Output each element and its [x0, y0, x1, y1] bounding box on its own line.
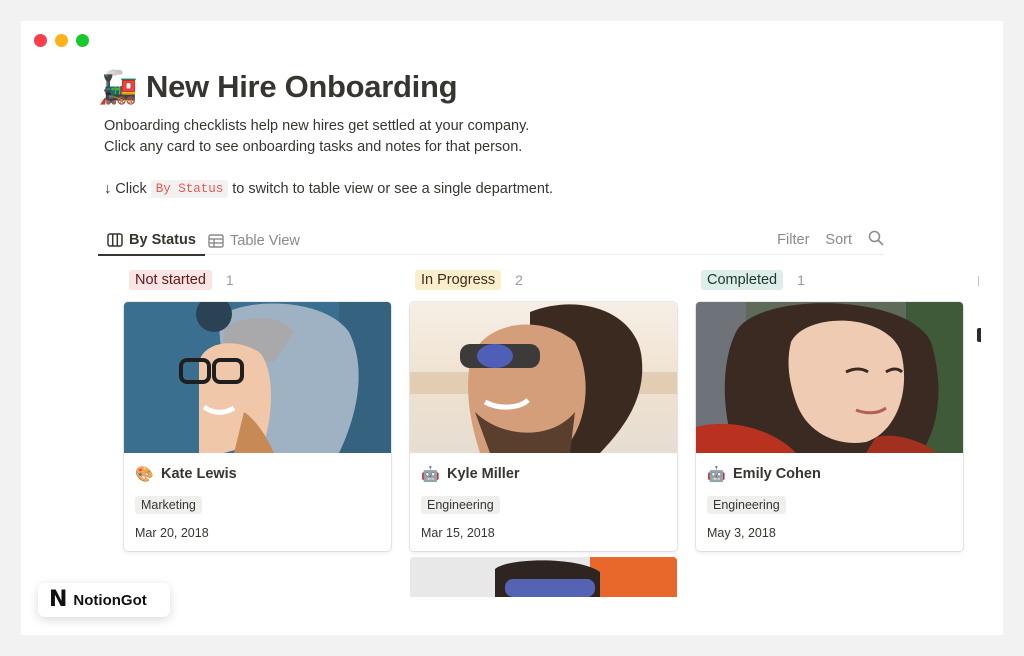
board-column-not-started: Not started 1 🎨 Kate Lewis Marketing Mar…	[124, 268, 391, 551]
column-count: 1	[797, 272, 805, 288]
column-count: 2	[515, 272, 523, 288]
status-tag[interactable]: Not started	[129, 270, 212, 290]
robot-icon: 🤖	[421, 466, 440, 483]
description-line: Onboarding checklists help new hires get…	[104, 118, 530, 134]
hint-prefix: ↓ Click	[104, 181, 147, 197]
card-title: Kate Lewis	[161, 466, 237, 482]
hidden-card-edge	[977, 328, 981, 342]
column-header: In Progress 2	[410, 268, 677, 292]
robot-icon: 🤖	[707, 466, 726, 483]
board-card[interactable]: 🤖 Kyle Miller Engineering Mar 15, 2018	[410, 302, 677, 551]
hint-code: By Status	[150, 180, 229, 198]
page-description: Onboarding checklists help new hires get…	[98, 116, 888, 158]
card-title: Kyle Miller	[447, 466, 520, 482]
maximize-window-button[interactable]	[76, 34, 89, 47]
watermark-badge: N NotionGot	[38, 583, 170, 617]
minimize-window-button[interactable]	[55, 34, 68, 47]
status-tag[interactable]: In Progress	[415, 270, 502, 290]
card-cover-photo	[124, 302, 391, 453]
card-cover-photo	[696, 302, 963, 453]
department-tag: Engineering	[707, 496, 786, 514]
status-tag[interactable]: Completed	[701, 270, 784, 290]
board-column-in-progress: In Progress 2 🤖 Kyle Miller Engineering …	[410, 268, 677, 597]
hint-suffix: to switch to table view or see a single …	[232, 181, 553, 197]
department-tag: Engineering	[421, 496, 500, 514]
view-bar: By Status Table View Filter Sort	[98, 220, 884, 256]
board-card-partial[interactable]	[410, 557, 677, 597]
start-date: Mar 15, 2018	[421, 526, 495, 540]
window-controls	[34, 34, 89, 47]
tab-by-status[interactable]: By Status	[98, 226, 205, 256]
page-header: 🚂 New Hire Onboarding Onboarding checkli…	[98, 66, 888, 198]
board-column-completed: Completed 1 🤖 Emily Cohen Engineering Ma…	[696, 268, 963, 551]
page-title[interactable]: New Hire Onboarding	[146, 69, 458, 105]
tab-label: By Status	[129, 232, 196, 248]
start-date: Mar 20, 2018	[135, 526, 209, 540]
column-header: Not started 1	[124, 268, 391, 292]
notiongot-logo-icon: N	[49, 587, 68, 612]
view-actions: Filter Sort	[777, 226, 884, 254]
board-card[interactable]: 🎨 Kate Lewis Marketing Mar 20, 2018	[124, 302, 391, 551]
filter-button[interactable]: Filter	[777, 232, 809, 248]
column-count: 1	[225, 272, 234, 288]
board-icon	[107, 233, 123, 247]
tab-table-view[interactable]: Table View	[208, 226, 300, 256]
hidden-column-edge	[978, 276, 982, 286]
locomotive-icon[interactable]: 🚂	[98, 71, 138, 103]
close-window-button[interactable]	[34, 34, 47, 47]
table-icon	[208, 234, 224, 248]
sort-button[interactable]: Sort	[825, 232, 852, 248]
card-title: Emily Cohen	[733, 466, 821, 482]
start-date: May 3, 2018	[707, 526, 776, 540]
card-cover-photo	[410, 302, 677, 453]
tab-label: Table View	[230, 233, 300, 249]
description-line: Click any card to see onboarding tasks a…	[104, 139, 523, 155]
board-card[interactable]: 🤖 Emily Cohen Engineering May 3, 2018	[696, 302, 963, 551]
palette-icon: 🎨	[135, 466, 154, 483]
watermark-name: NotionGot	[73, 591, 147, 609]
view-hint: ↓ Click By Status to switch to table vie…	[98, 180, 888, 198]
search-icon[interactable]	[868, 230, 884, 250]
column-header: Completed 1	[696, 268, 963, 292]
department-tag: Marketing	[135, 496, 202, 514]
